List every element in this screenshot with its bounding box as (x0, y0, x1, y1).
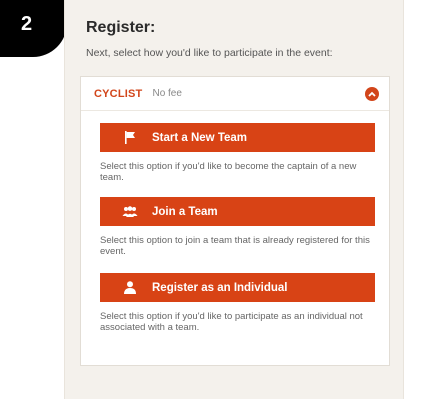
register-individual-label: Register as an Individual (152, 281, 288, 294)
group-icon (122, 205, 138, 219)
person-icon (122, 281, 138, 295)
join-team-label: Join a Team (152, 205, 218, 218)
fee-label: No fee (152, 88, 182, 99)
category-header[interactable]: CYCLIST No fee (81, 77, 389, 111)
option-join-team: Join a Team Select this option to join a… (100, 197, 375, 257)
chevron-up-icon[interactable] (365, 86, 379, 101)
option-start-new-team: Start a New Team Select this option if y… (100, 123, 375, 183)
register-individual-button[interactable]: Register as an Individual (100, 273, 375, 302)
register-individual-description: Select this option if you'd like to part… (100, 311, 363, 333)
option-register-individual: Register as an Individual Select this op… (100, 273, 375, 333)
step-number-badge: 2 (0, 0, 67, 57)
page-title: Register: (86, 19, 156, 36)
join-team-button[interactable]: Join a Team (100, 197, 375, 226)
join-team-description: Select this option to join a team that i… (100, 235, 370, 257)
category-label: CYCLIST (94, 87, 143, 100)
step-number: 2 (20, 13, 33, 35)
page-subtitle: Next, select how you'd like to participa… (86, 47, 333, 59)
start-new-team-description: Select this option if you'd like to beco… (100, 161, 357, 183)
start-new-team-button[interactable]: Start a New Team (100, 123, 375, 152)
start-new-team-label: Start a New Team (152, 131, 248, 144)
flag-icon (122, 131, 138, 145)
participation-card: CYCLIST No fee Start a New Team Select t… (80, 76, 390, 366)
registration-panel: Register: Next, select how you'd like to… (64, 0, 404, 399)
